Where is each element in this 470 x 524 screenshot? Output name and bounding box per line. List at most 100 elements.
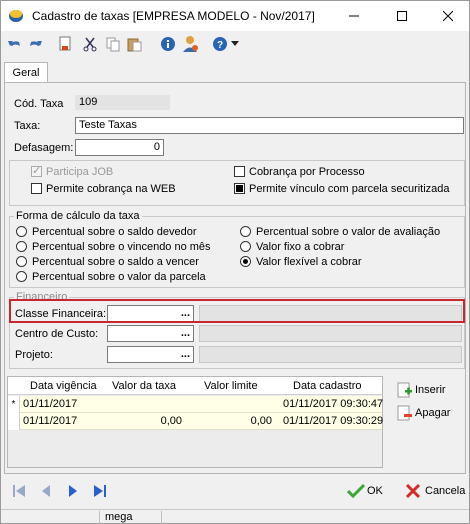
radio-valor-parcela[interactable] — [16, 271, 27, 282]
ok-button[interactable]: OK — [347, 481, 383, 501]
col-data-vigencia[interactable]: Data vigência — [30, 380, 97, 392]
radio-valor-flexivel[interactable] — [240, 256, 251, 267]
toolbar: ? — [1, 31, 469, 57]
col-valor-limite[interactable]: Valor limite — [204, 380, 258, 392]
paste-button[interactable] — [125, 35, 143, 53]
inserir-button[interactable]: Inserir — [397, 381, 446, 399]
help-icon: ? — [213, 37, 227, 51]
cell-valor-limite[interactable]: 0,00 — [251, 415, 272, 427]
projeto-label: Projeto: — [15, 349, 53, 361]
forma-calculo-title: Forma de cálculo da taxa — [14, 210, 142, 222]
cut-button[interactable] — [81, 35, 99, 53]
cell-data-cadastro[interactable]: 01/11/2017 09:30:29 — [283, 415, 383, 427]
apagar-label: Apagar — [415, 407, 451, 419]
col-data-cadastro[interactable]: Data cadastro — [293, 380, 361, 392]
radio-valor-flexivel-label: Valor flexível a cobrar — [256, 256, 362, 268]
undo-icon — [8, 41, 20, 46]
taxa-label: Taxa: — [14, 120, 41, 132]
radio-valor-fixo[interactable] — [240, 241, 251, 252]
centro-custo-input[interactable]: ... — [107, 325, 194, 342]
row-indicator: * — [8, 396, 20, 413]
radio-saldo-devedor[interactable] — [16, 226, 27, 237]
cobranca-processo-checkbox[interactable] — [234, 166, 245, 177]
permite-vinculo-checkbox[interactable] — [234, 183, 245, 194]
defasagem-label: Defasagem: — [14, 142, 74, 154]
first-record-icon[interactable] — [11, 483, 27, 499]
help-button[interactable]: ? — [211, 35, 229, 53]
status-separator — [161, 511, 162, 524]
user-icon — [183, 36, 198, 52]
radio-saldo-devedor-label: Percentual sobre o saldo devedor — [32, 226, 197, 238]
col-valor-taxa[interactable]: Valor da taxa — [112, 380, 176, 392]
grid-header: Data vigência Valor da taxa Valor limite… — [8, 377, 382, 395]
radio-valor-parcela-label: Percentual sobre o valor da parcela — [32, 271, 206, 283]
table-row[interactable]: * 01/11/2017 01/11/2017 09:30:47 — [8, 396, 383, 413]
previous-record-icon[interactable] — [38, 483, 54, 499]
window: Cadastro de taxas [EMPRESA MODELO - Nov/… — [0, 0, 470, 524]
status-user: mega — [105, 511, 133, 523]
close-icon — [443, 11, 453, 21]
new-doc-icon — [59, 36, 71, 51]
projeto-input[interactable]: ... — [107, 346, 194, 363]
svg-text:?: ? — [217, 40, 223, 51]
radio-saldo-vencer[interactable] — [16, 256, 27, 267]
radio-valor-avaliacao-label: Percentual sobre o valor de avaliação — [256, 226, 441, 238]
cell-valor-taxa[interactable]: 0,00 — [161, 415, 182, 427]
cobranca-processo-label: Cobrança por Processo — [249, 166, 365, 178]
status-separator — [99, 511, 100, 524]
close-button[interactable] — [425, 1, 470, 31]
user-button[interactable] — [181, 35, 199, 53]
projeto-description — [199, 346, 462, 363]
centro-custo-description — [199, 325, 462, 342]
info-button[interactable] — [159, 35, 177, 53]
maximize-button[interactable] — [379, 1, 425, 31]
cell-data-vigencia[interactable]: 01/11/2017 — [23, 398, 77, 410]
cod-taxa-field: 109 — [75, 95, 170, 110]
participa-job-label: Participa JOB — [46, 166, 114, 178]
permite-web-checkbox[interactable] — [31, 183, 42, 194]
last-record-icon[interactable] — [92, 483, 108, 499]
defasagem-input[interactable]: 0 — [75, 139, 164, 156]
copy-button[interactable] — [104, 35, 122, 53]
status-bar: mega — [1, 509, 469, 524]
table-row[interactable]: 01/11/2017 0,00 0,00 01/11/2017 09:30:29 — [8, 413, 383, 430]
taxa-input[interactable]: Teste Taxas — [75, 117, 464, 134]
projeto-lookup-button[interactable]: ... — [181, 347, 190, 362]
radio-valor-fixo-label: Valor fixo a cobrar — [256, 241, 345, 253]
copy-icon — [106, 37, 120, 52]
radio-vincendo-mes[interactable] — [16, 241, 27, 252]
minimize-button[interactable] — [331, 1, 377, 31]
apagar-button[interactable]: Apagar — [397, 404, 450, 422]
cancel-x-icon — [405, 483, 421, 499]
highlight-box — [9, 299, 465, 323]
permite-vinculo-label: Permite vínculo com parcela securitizada — [249, 183, 450, 195]
next-record-icon[interactable] — [65, 483, 81, 499]
radio-saldo-vencer-label: Percentual sobre o saldo a vencer — [32, 256, 199, 268]
participa-job-checkbox[interactable]: ✓ — [31, 165, 42, 177]
cancela-button[interactable]: Cancela — [405, 481, 465, 501]
undo-button[interactable] — [6, 35, 24, 53]
new-button[interactable] — [56, 35, 74, 53]
tab-strip: Geral — [1, 59, 469, 84]
inserir-label: Inserir — [415, 384, 446, 396]
tab-geral[interactable]: Geral — [4, 62, 48, 84]
delete-doc-icon — [397, 405, 412, 421]
radio-valor-avaliacao[interactable] — [240, 226, 251, 237]
cell-data-cadastro[interactable]: 01/11/2017 09:30:47 — [283, 398, 383, 410]
help-dropdown[interactable] — [230, 35, 240, 53]
minimize-icon — [349, 15, 359, 17]
permite-web-label: Permite cobrança na WEB — [46, 183, 176, 195]
paste-icon — [127, 38, 142, 52]
cancela-label: Cancela — [425, 485, 466, 497]
cod-taxa-label: Cód. Taxa — [14, 98, 64, 110]
vigencia-grid: Data vigência Valor da taxa Valor limite… — [7, 376, 383, 468]
cut-icon — [83, 37, 97, 52]
cell-data-vigencia[interactable]: 01/11/2017 — [23, 415, 77, 427]
ok-label: OK — [367, 485, 383, 497]
maximize-icon — [397, 11, 407, 21]
window-title: Cadastro de taxas [EMPRESA MODELO - Nov/… — [32, 9, 315, 23]
row-indicator — [8, 413, 20, 430]
redo-button[interactable] — [26, 35, 44, 53]
centro-custo-lookup-button[interactable]: ... — [181, 326, 190, 341]
radio-vincendo-mes-label: Percentual sobre o vincendo no mês — [32, 241, 211, 253]
